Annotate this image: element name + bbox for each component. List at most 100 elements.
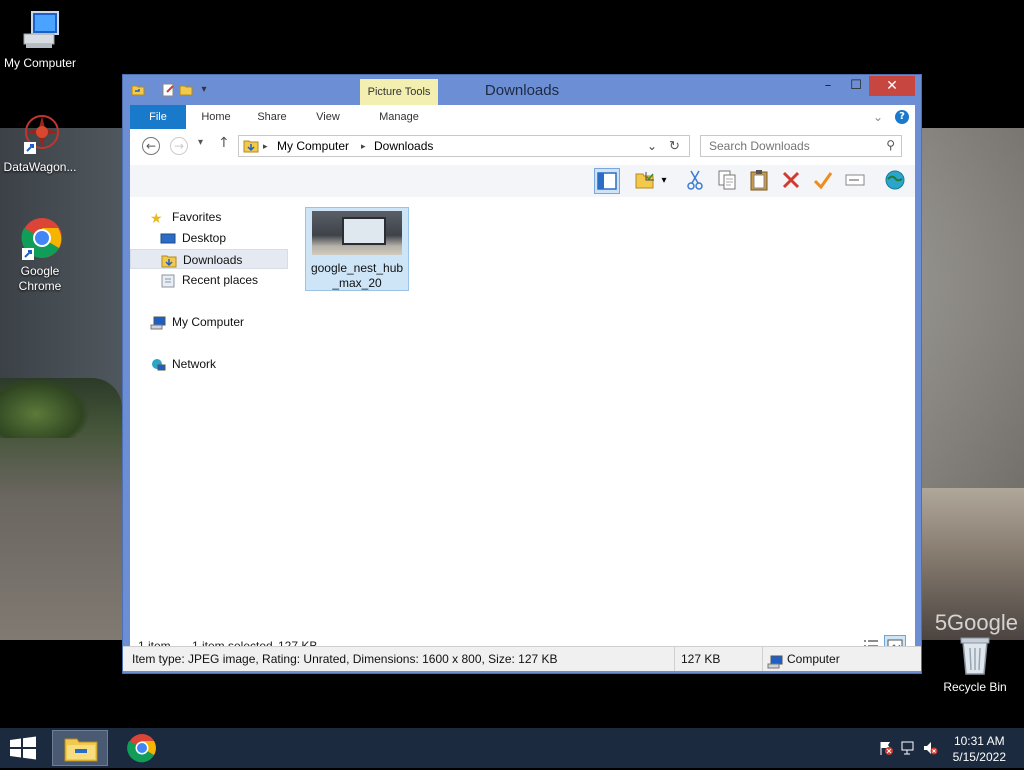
- tab-home[interactable]: Home: [192, 105, 240, 129]
- command-toolbar: ▾: [130, 165, 915, 197]
- explorer-window[interactable]: ▾ Picture Tools Downloads – ☐ ✕ File Hom…: [122, 74, 922, 674]
- desktop-icon-datawagon[interactable]: DataWagon...: [0, 112, 80, 175]
- downloads-folder-icon: [161, 254, 177, 268]
- copy-button[interactable]: [714, 168, 740, 194]
- close-button[interactable]: ✕: [869, 76, 915, 96]
- up-arrow-icon[interactable]: ↑: [218, 135, 230, 151]
- tab-share[interactable]: Share: [248, 105, 296, 129]
- nav-network[interactable]: Network: [150, 354, 216, 374]
- globe-button[interactable]: [882, 168, 908, 194]
- paste-button[interactable]: [746, 168, 772, 194]
- recent-locations-chevron-icon[interactable]: ▾: [198, 137, 203, 148]
- properties-dropdown-icon[interactable]: ▾: [658, 168, 670, 194]
- search-icon[interactable]: ⚲: [886, 138, 895, 152]
- maximize-button[interactable]: ☐: [843, 76, 869, 96]
- rename-button[interactable]: [842, 168, 868, 194]
- image-thumbnail: [312, 211, 402, 255]
- minimize-button[interactable]: –: [815, 76, 841, 96]
- nav-favorites[interactable]: ★ Favorites: [150, 207, 221, 227]
- datawagon-icon: [18, 112, 62, 156]
- delete-button[interactable]: [778, 168, 804, 194]
- ribbon-tabs: File Home Share View Manage ⌄ ?: [130, 105, 915, 129]
- windows-logo-icon: [10, 736, 36, 760]
- preview-pane-button[interactable]: [594, 168, 620, 194]
- address-history-chevron-icon[interactable]: ⌄: [647, 136, 657, 156]
- select-all-button[interactable]: [810, 168, 836, 194]
- taskbar-file-explorer[interactable]: [52, 730, 108, 766]
- properties-button[interactable]: [632, 168, 658, 194]
- nav-my-computer[interactable]: My Computer: [150, 312, 244, 332]
- paste-icon: [750, 170, 768, 191]
- computer-icon: [18, 8, 62, 52]
- cut-button[interactable]: [682, 168, 708, 194]
- breadcrumb-separator-icon[interactable]: ▸: [361, 136, 366, 156]
- network-status-icon[interactable]: [900, 740, 916, 756]
- details-info: Item type: JPEG image, Rating: Unrated, …: [123, 647, 675, 671]
- nav-item-desktop[interactable]: Desktop: [160, 228, 226, 248]
- taskbar: 10:31 AM 5/15/2022: [0, 728, 1024, 768]
- file-explorer-icon: [64, 738, 98, 762]
- breadcrumb-separator-icon[interactable]: ▸: [263, 136, 268, 156]
- desktop-icon-google-chrome[interactable]: Google Chrome: [0, 216, 80, 294]
- explorer-content: ← → ▾ ↑ ▸ My Computer ▸ Downloads ⌄ ↻ ⚲: [130, 129, 915, 666]
- globe-icon: [885, 170, 905, 190]
- address-row: ← → ▾ ↑ ▸ My Computer ▸ Downloads ⌄ ↻ ⚲: [130, 129, 915, 165]
- file-name: google_nest_hub _max_20: [310, 261, 404, 290]
- desktop-icon-my-computer[interactable]: My Computer: [0, 8, 80, 71]
- refresh-icon[interactable]: ↻: [669, 136, 680, 156]
- expand-ribbon-icon[interactable]: ⌄: [873, 110, 883, 124]
- clock[interactable]: 10:31 AM 5/15/2022: [953, 733, 1006, 765]
- file-item[interactable]: google_nest_hub _max_20: [305, 207, 409, 291]
- cut-icon: [687, 170, 703, 190]
- search-box[interactable]: ⚲: [700, 135, 902, 157]
- chrome-icon: [127, 734, 156, 763]
- tab-view[interactable]: View: [306, 105, 350, 129]
- nav-item-recent-places[interactable]: Recent places: [160, 270, 258, 290]
- clock-time: 10:31 AM: [953, 734, 1005, 748]
- delete-icon: [782, 171, 800, 189]
- back-button[interactable]: ←: [142, 137, 160, 155]
- taskbar-google-chrome[interactable]: [114, 730, 170, 766]
- window-title: Downloads: [484, 82, 560, 99]
- volume-muted-icon[interactable]: [922, 740, 938, 756]
- chrome-icon: [18, 216, 62, 260]
- forward-button[interactable]: →: [170, 137, 188, 155]
- action-center-flag-icon[interactable]: [878, 740, 894, 756]
- computer-icon: [150, 316, 166, 330]
- desktop-icon-label: Recycle Bin: [943, 680, 1007, 694]
- desktop-icon-label: DataWagon...: [3, 160, 77, 174]
- preview-pane-icon: [597, 172, 617, 190]
- details-location: Computer: [763, 647, 913, 671]
- desktop-icon-recycle-bin[interactable]: Recycle Bin: [935, 632, 1015, 695]
- clock-date: 5/15/2022: [952, 750, 1006, 764]
- desktop-icon-label: My Computer: [3, 56, 77, 70]
- thumbnail-device-screen: [342, 217, 386, 245]
- breadcrumb-downloads[interactable]: Downloads: [374, 136, 433, 156]
- navigation-pane: ★ Favorites Desktop Downloads Recent plac…: [130, 197, 290, 632]
- start-button[interactable]: [8, 736, 38, 760]
- recent-places-icon: [160, 274, 176, 288]
- help-icon[interactable]: ?: [895, 110, 909, 124]
- desktop-icon: [160, 232, 176, 246]
- desktop-icon-label: Google Chrome: [18, 264, 62, 293]
- details-size: 127 KB: [675, 647, 763, 671]
- network-icon: [150, 358, 166, 372]
- checkmark-icon: [813, 172, 833, 190]
- properties-icon: [635, 172, 654, 189]
- tab-file[interactable]: File: [130, 105, 186, 129]
- title-bar[interactable]: ▾ Picture Tools Downloads – ☐ ✕: [123, 75, 921, 105]
- downloads-folder-icon: [243, 138, 259, 160]
- tab-manage[interactable]: Manage: [368, 105, 430, 129]
- file-list: google_nest_hub _max_20: [290, 197, 915, 632]
- nav-item-downloads[interactable]: Downloads: [130, 249, 288, 269]
- star-icon: ★: [150, 209, 163, 226]
- breadcrumb-my-computer[interactable]: My Computer: [277, 136, 349, 156]
- rename-icon: [845, 174, 865, 186]
- ribbon-extra: ⌄ ?: [873, 105, 915, 129]
- address-bar[interactable]: ▸ My Computer ▸ Downloads ⌄ ↻: [238, 135, 690, 157]
- copy-icon: [718, 170, 736, 190]
- recycle-bin-icon: [953, 632, 997, 676]
- computer-icon: [767, 653, 783, 669]
- details-bar: Item type: JPEG image, Rating: Unrated, …: [123, 646, 921, 671]
- search-input[interactable]: [701, 136, 893, 156]
